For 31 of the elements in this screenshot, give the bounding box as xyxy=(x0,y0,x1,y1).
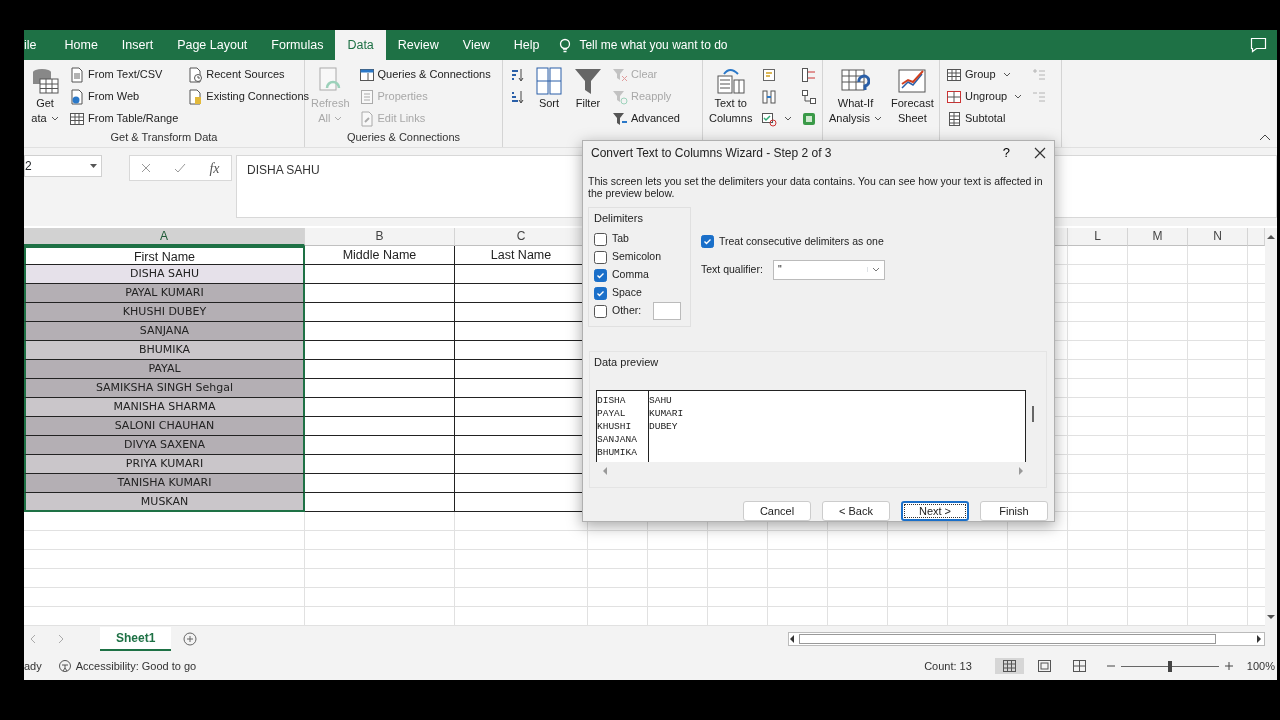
preview-text: DUBEY xyxy=(649,420,679,434)
description-text: This screen lets you set the delimiters your data contains. You can see how your text is affected in the preview below. xyxy=(587,173,1044,199)
field-label: Text qualifier: xyxy=(701,261,763,277)
table-cell: PRIYA KUMARI xyxy=(24,455,305,474)
preview-text: DISHA xyxy=(597,394,627,408)
table-cell: DIVYA SAXENA xyxy=(24,436,305,455)
column-heading: Middle Name xyxy=(305,246,455,265)
preview-text: BHUMIKA xyxy=(597,446,638,460)
table-cell: MANISHA SHARMA xyxy=(24,398,305,417)
table-cell: PAYAL KUMARI xyxy=(24,284,305,303)
table-cell: TANISHA KUMARI xyxy=(24,474,305,493)
table-cell: KHUSHI DUBEY xyxy=(24,303,305,322)
preview-text: PAYAL xyxy=(597,407,627,421)
dialog-title: Convert Text to Columns Wizard - Step 2 of 3 xyxy=(591,144,833,162)
group-label: Delimiters xyxy=(594,210,644,226)
table-cell: PAYAL xyxy=(24,360,305,379)
status-text: ady xyxy=(24,658,42,674)
preview-text: SANJANA xyxy=(597,433,638,447)
group-label: Get & Transform Data xyxy=(109,130,219,145)
table-cell: BHUMIKA xyxy=(24,341,305,360)
table-cell: MUSKAN xyxy=(24,493,305,512)
group-label: Queries & Connections xyxy=(345,130,462,145)
preview-text: KUMARI xyxy=(649,407,684,421)
count-text: Count: 13 xyxy=(924,658,972,674)
table-cell: SANJANA xyxy=(24,322,305,341)
preview-text: SAHU xyxy=(649,394,673,408)
table-cell: SAMIKSHA SINGH Sehgal xyxy=(24,379,305,398)
table-cell: SALONI CHAUHAN xyxy=(24,417,305,436)
preview-text: KHUSHI xyxy=(597,420,633,434)
section-label: Data preview xyxy=(593,355,660,371)
table-cell: DISHA SAHU xyxy=(24,265,305,284)
